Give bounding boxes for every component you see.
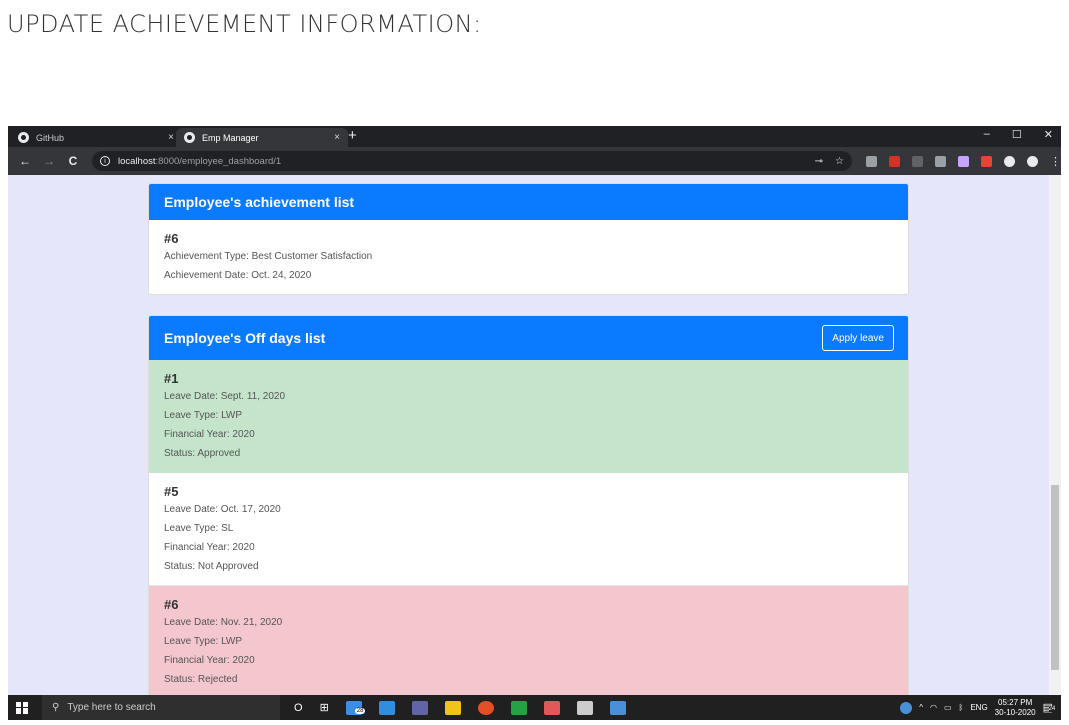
taskbar-apps: O ⊞ 28 xyxy=(294,700,626,715)
info-icon[interactable]: i xyxy=(100,156,110,166)
leave-status: Status: Not Approved xyxy=(164,561,259,572)
extension-icon[interactable] xyxy=(912,155,923,167)
leave-type: Leave Type: SL xyxy=(164,523,234,534)
leave-status: Status: Approved xyxy=(164,448,241,459)
item-number: #6 xyxy=(164,597,179,612)
url-host: localhost xyxy=(118,155,156,167)
url-path: :8000/employee_dashboard/1 xyxy=(155,155,282,167)
tab-label: GitHub xyxy=(36,132,65,143)
language-indicator[interactable]: ENG xyxy=(970,703,987,712)
leave-type: Leave Type: LWP xyxy=(164,410,243,421)
list-item: #6 Leave Date: Nov. 21, 2020 Leave Type:… xyxy=(149,586,908,695)
taskbar-search[interactable]: ⚲ Type here to search xyxy=(42,695,280,720)
scrollbar-thumb[interactable] xyxy=(1051,485,1059,670)
globe-icon xyxy=(184,132,195,143)
leave-date: Leave Date: Oct. 17, 2020 xyxy=(164,504,281,515)
extension-icon[interactable] xyxy=(866,155,877,167)
browser-tabbar: GitHub × Emp Manager × + – ☐ ✕ xyxy=(8,126,1061,147)
leave-type: Leave Type: LWP xyxy=(164,636,243,647)
bluetooth-icon[interactable]: ᛒ xyxy=(959,703,964,712)
chrome-icon[interactable] xyxy=(477,700,494,715)
tab-label: Emp Manager xyxy=(202,132,259,143)
list-item: #6 Achievement Type: Best Customer Satis… xyxy=(149,220,908,293)
extensions-bar: ⋮ xyxy=(866,155,1061,168)
address-bar[interactable]: i localhost :8000/employee_dashboard/1 ⊸… xyxy=(92,151,852,171)
profile-icon[interactable] xyxy=(1027,155,1038,167)
teams-icon[interactable] xyxy=(411,700,428,715)
extension-icon[interactable] xyxy=(981,155,992,167)
cortana-icon[interactable]: O xyxy=(294,702,303,714)
vscode-icon[interactable] xyxy=(378,700,395,715)
app-icon[interactable] xyxy=(510,700,527,715)
network-icon[interactable]: ◠ xyxy=(930,703,937,712)
search-icon: ⚲ xyxy=(52,702,60,713)
new-tab-button[interactable]: + xyxy=(348,127,357,144)
list-item: #5 Leave Date: Oct. 17, 2020 Leave Type:… xyxy=(149,473,908,586)
list-item: #1 Leave Date: Sept. 11, 2020 Leave Type… xyxy=(149,360,908,473)
minimize-icon[interactable]: – xyxy=(984,128,990,141)
financial-year: Financial Year: 2020 xyxy=(164,542,255,553)
omnibox-actions: ⊸ ☆ xyxy=(815,156,844,167)
app-icon[interactable] xyxy=(543,700,560,715)
leave-date: Leave Date: Sept. 11, 2020 xyxy=(164,391,286,402)
mail-badge: 28 xyxy=(354,707,366,714)
document-heading: UPDATE ACHIEVEMENT INFORMATION: xyxy=(7,10,482,38)
close-window-icon[interactable]: ✕ xyxy=(1044,128,1053,141)
achievement-date: Achievement Date: Oct. 24, 2020 xyxy=(164,270,312,281)
apply-leave-button[interactable]: Apply leave xyxy=(822,325,894,351)
mail-app-icon[interactable]: 28 xyxy=(345,700,366,715)
tab-emp-manager[interactable]: Emp Manager × xyxy=(176,128,348,147)
maximize-icon[interactable]: ☐ xyxy=(1012,128,1022,141)
pdf-extension-icon[interactable] xyxy=(889,155,900,167)
clock[interactable]: 05:27 PM 30-10-2020 xyxy=(995,698,1036,718)
notification-count: 24 xyxy=(1048,706,1056,712)
card-header: Employee's Off days list Apply leave xyxy=(149,316,908,360)
settings-icon[interactable] xyxy=(576,700,593,715)
achievement-card: Employee's achievement list #6 Achieveme… xyxy=(148,183,909,295)
app-icon[interactable] xyxy=(609,700,626,715)
extension-icon[interactable] xyxy=(935,155,946,167)
clock-time: 05:27 PM xyxy=(998,697,1033,707)
tray-chevron-icon[interactable]: ^ xyxy=(919,703,923,712)
financial-year: Financial Year: 2020 xyxy=(164,655,255,666)
back-icon[interactable]: ← xyxy=(18,154,32,168)
github-icon xyxy=(18,132,29,143)
puzzle-icon[interactable] xyxy=(1004,155,1015,167)
offdays-card: Employee's Off days list Apply leave #1 … xyxy=(148,315,909,695)
battery-icon[interactable]: ▭ xyxy=(944,703,952,712)
item-number: #1 xyxy=(164,371,179,386)
file-explorer-icon[interactable] xyxy=(444,700,461,715)
help-icon[interactable] xyxy=(900,701,913,714)
leave-status: Status: Rejected xyxy=(164,674,238,685)
clock-date: 30-10-2020 xyxy=(994,707,1036,717)
card-header: Employee's achievement list xyxy=(149,184,908,220)
leave-date: Leave Date: Nov. 21, 2020 xyxy=(164,617,283,628)
card-title: Employee's Off days list xyxy=(164,330,326,346)
item-number: #5 xyxy=(164,484,179,499)
menu-kebab-icon[interactable]: ⋮ xyxy=(1050,155,1061,168)
browser-toolbar: ← → C i localhost :8000/employee_dashboa… xyxy=(8,147,1061,175)
window-controls: – ☐ ✕ xyxy=(984,128,1053,141)
page-scrollbar[interactable] xyxy=(1049,175,1061,695)
windows-taskbar: ⚲ Type here to search O ⊞ 28 ^ ◠ ▭ ᛒ ENG xyxy=(8,695,1061,720)
close-icon[interactable]: × xyxy=(168,132,174,143)
close-icon[interactable]: × xyxy=(334,132,340,143)
windows-start-icon[interactable] xyxy=(16,701,28,714)
item-number: #6 xyxy=(164,231,179,246)
extension-icon[interactable] xyxy=(958,155,969,167)
search-placeholder: Type here to search xyxy=(67,702,156,713)
key-icon[interactable]: ⊸ xyxy=(815,156,823,167)
task-view-icon[interactable]: ⊞ xyxy=(320,701,329,714)
system-tray: ^ ◠ ▭ ᛒ ENG 05:27 PM 30-10-2020 ▤ 24 xyxy=(900,698,1061,718)
achievement-type: Achievement Type: Best Customer Satisfac… xyxy=(164,251,373,262)
financial-year: Financial Year: 2020 xyxy=(164,429,255,440)
notification-icon[interactable]: ▤ 24 xyxy=(1043,701,1056,714)
page-viewport: Employee's achievement list #6 Achieveme… xyxy=(8,175,1061,695)
forward-icon[interactable]: → xyxy=(42,154,56,168)
star-icon[interactable]: ☆ xyxy=(835,156,844,167)
screenshot-frame: GitHub × Emp Manager × + – ☐ ✕ ← → C i l… xyxy=(8,126,1061,720)
reload-icon[interactable]: C xyxy=(66,154,80,168)
tab-github[interactable]: GitHub × xyxy=(10,128,182,147)
